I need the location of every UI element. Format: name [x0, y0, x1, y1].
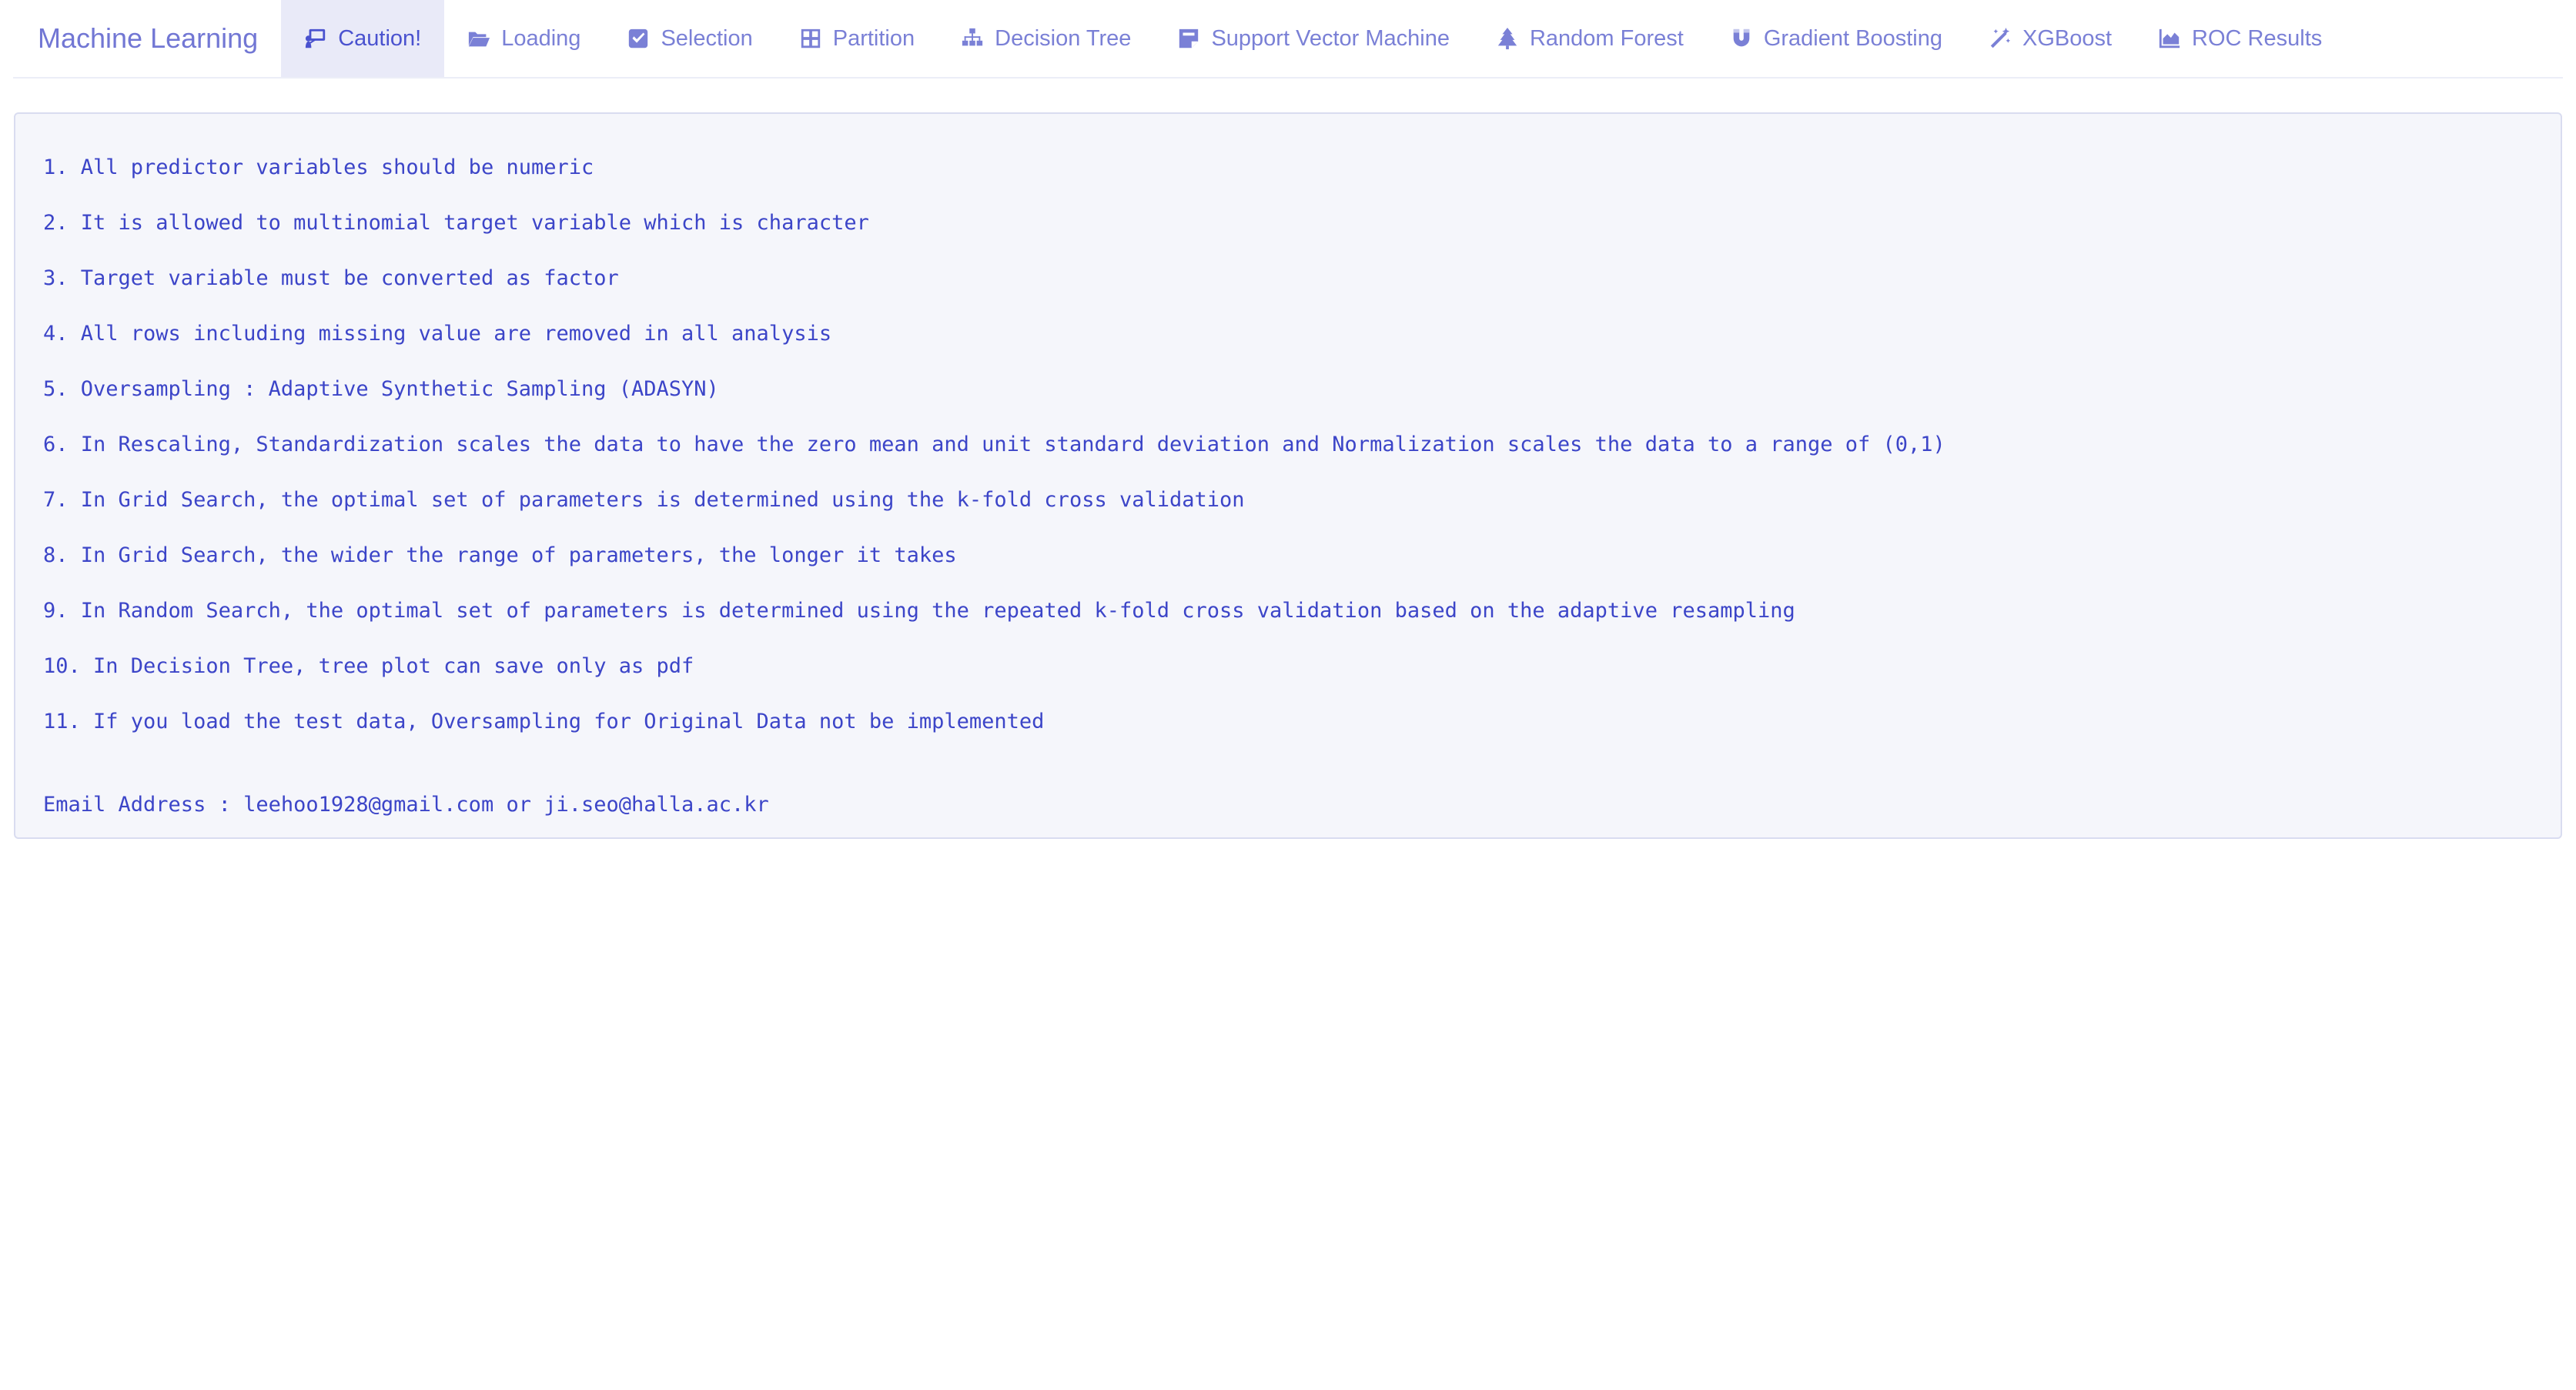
folder-open-icon — [469, 32, 490, 47]
tab-roc-results[interactable]: ROC Results — [2135, 0, 2345, 77]
note-1: 1. All predictor variables should be num… — [43, 155, 594, 179]
tab-random-forest-label: Random Forest — [1529, 25, 1684, 51]
tree-icon — [1497, 27, 1517, 50]
app-title[interactable]: Machine Learning — [13, 0, 281, 77]
note-4: 4. All rows including missing value are … — [43, 322, 832, 346]
note-3: 3. Target variable must be converted as … — [43, 266, 619, 290]
note-11: 11. If you load the test data, Oversampl… — [43, 710, 1045, 733]
tab-random-forest[interactable]: Random Forest — [1473, 0, 1707, 77]
tab-support-vector-machine[interactable]: Support Vector Machine — [1154, 0, 1473, 77]
grid-icon — [801, 28, 820, 48]
tab-selection-label: Selection — [661, 25, 753, 51]
nav-tabs: Caution! Loading Selection Partition Dec… — [281, 0, 2345, 77]
tab-xgboost[interactable]: XGBoost — [1965, 0, 2135, 77]
tab-selection[interactable]: Selection — [604, 0, 775, 77]
note-8: 8. In Grid Search, the wider the range o… — [43, 543, 957, 567]
sitemap-icon — [962, 28, 983, 46]
magnet-icon — [1733, 28, 1750, 47]
note-5: 5. Oversampling : Adaptive Synthetic Sam… — [43, 377, 719, 401]
note-7: 7. In Grid Search, the optimal set of pa… — [43, 488, 1245, 512]
tab-decision-tree[interactable]: Decision Tree — [938, 0, 1154, 77]
tab-loading-label: Loading — [501, 25, 581, 51]
sticky-note-icon — [1179, 28, 1199, 48]
tab-caution-label: Caution! — [338, 25, 422, 51]
email-address: Email Address : leehoo1928@gmail.com or … — [43, 793, 769, 817]
note-6: 6. In Rescaling, Standardization scales … — [43, 433, 1945, 456]
check-square-icon — [629, 28, 648, 48]
tab-loading[interactable]: Loading — [444, 0, 604, 77]
tab-gradient-boosting-label: Gradient Boosting — [1763, 25, 1942, 51]
caution-panel: 1. All predictor variables should be num… — [14, 112, 2562, 839]
note-2: 2. It is allowed to multinomial target v… — [43, 211, 869, 235]
tab-svm-label: Support Vector Machine — [1211, 25, 1450, 51]
area-chart-icon — [2159, 28, 2180, 48]
note-10: 10. In Decision Tree, tree plot can save… — [43, 654, 694, 678]
tab-roc-results-label: ROC Results — [2192, 25, 2323, 51]
note-9: 9. In Random Search, the optimal set of … — [43, 599, 1795, 623]
tab-xgboost-label: XGBoost — [2022, 25, 2113, 51]
tab-gradient-boosting[interactable]: Gradient Boosting — [1707, 0, 1965, 77]
caution-icon — [306, 28, 326, 48]
top-navbar: Machine Learning Caution! Loading Select… — [13, 0, 2563, 79]
tab-caution[interactable]: Caution! — [281, 0, 445, 77]
tab-decision-tree-label: Decision Tree — [995, 25, 1132, 51]
tab-partition-label: Partition — [832, 25, 915, 51]
tab-partition[interactable]: Partition — [776, 0, 938, 77]
magic-wand-icon — [1990, 27, 2011, 48]
